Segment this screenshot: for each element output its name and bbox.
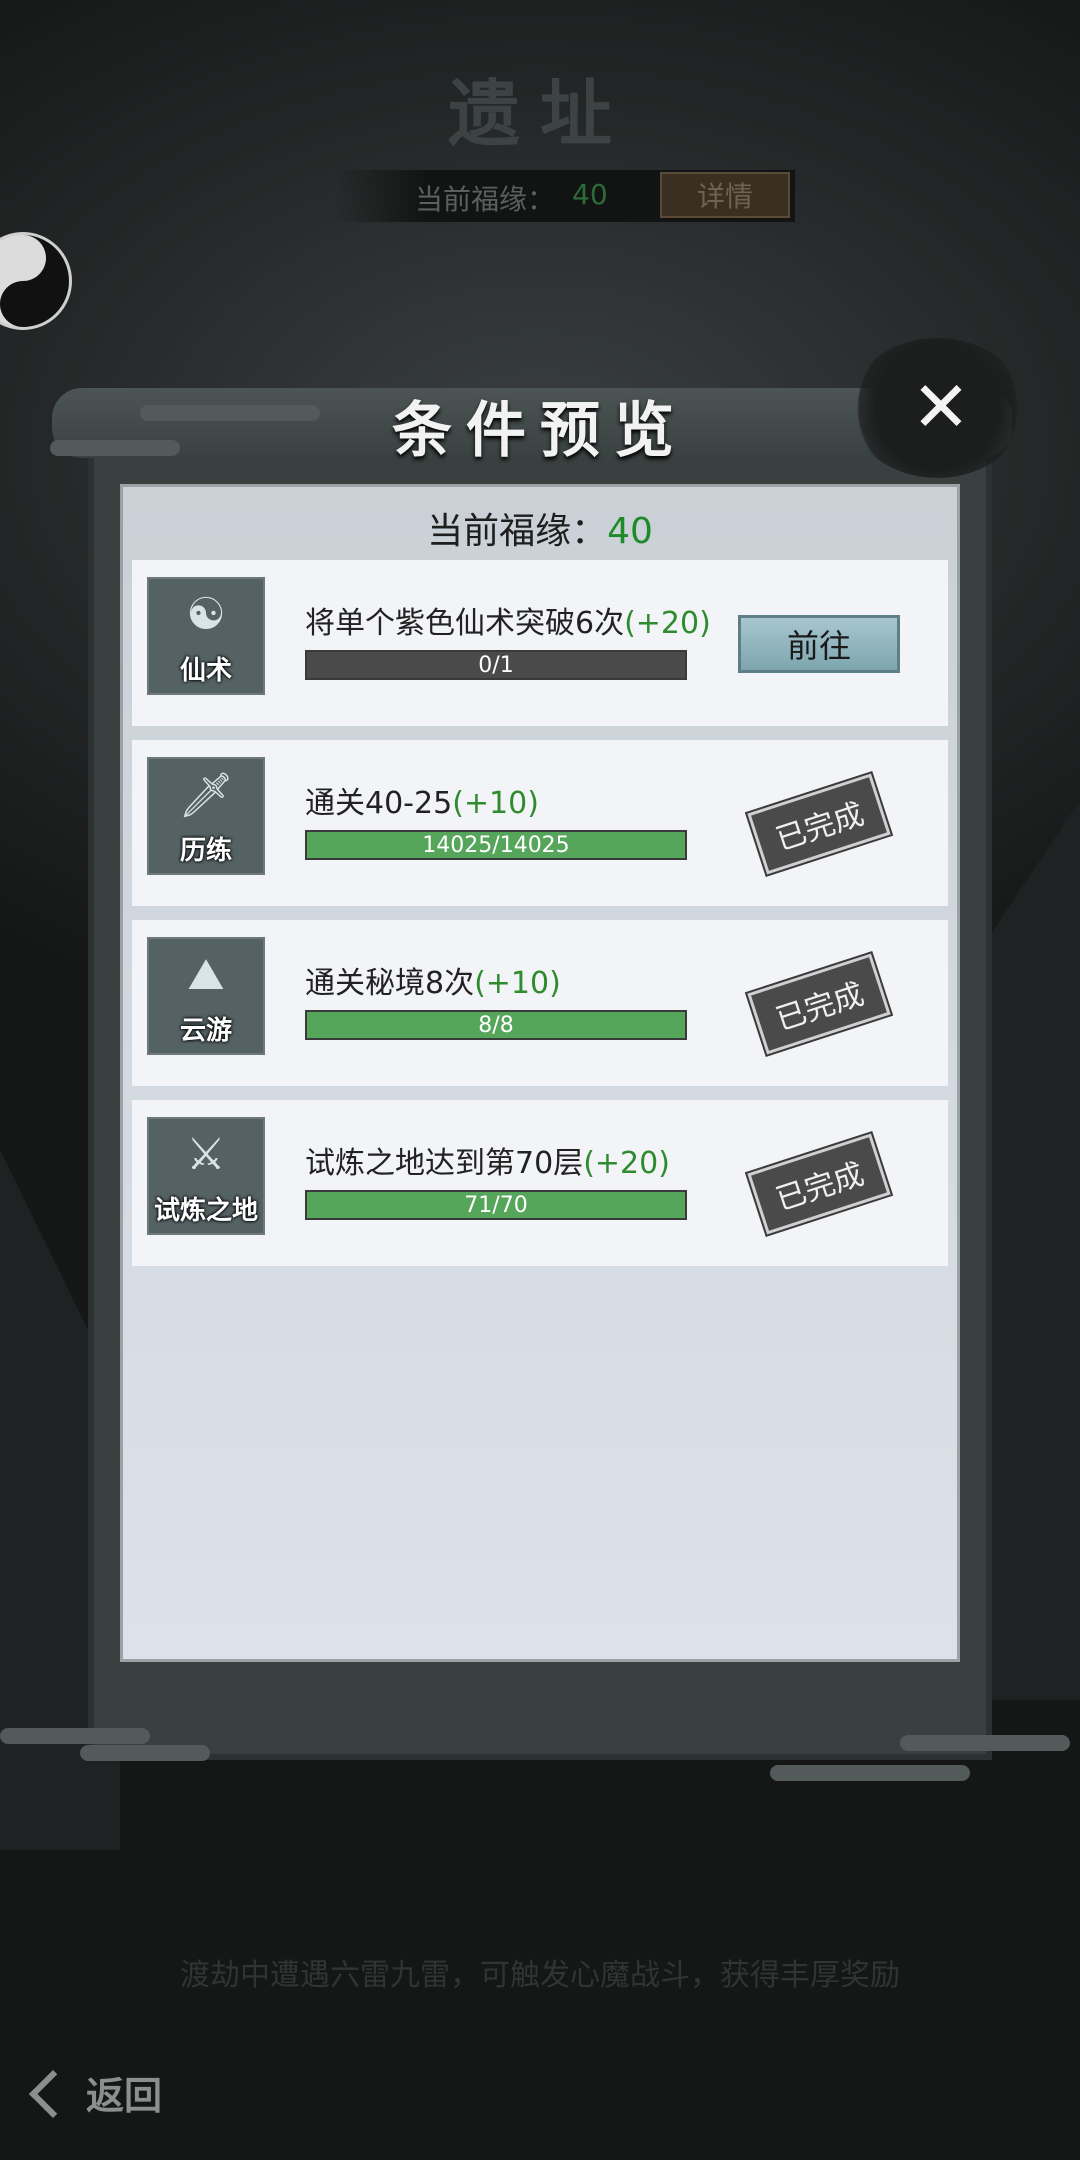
close-icon[interactable]: ✕ bbox=[906, 372, 976, 442]
cloud-decoration bbox=[770, 1765, 970, 1781]
task-bonus: (+20) bbox=[583, 1146, 670, 1181]
cloud-decoration bbox=[0, 1728, 150, 1744]
detail-button[interactable]: 详情 bbox=[660, 172, 790, 218]
sword-icon: 🗡 历练 bbox=[147, 757, 265, 875]
page-title: 遗址 bbox=[447, 71, 632, 156]
task-item: 🗡 历练 通关40-25(+10) 14025/14025 已完成 bbox=[132, 740, 948, 906]
task-progress-bar: 71/70 bbox=[305, 1190, 687, 1220]
task-icon-label: 云游 bbox=[179, 1016, 232, 1046]
description-text: 渡劫中遭遇六雷九雷，可触发心魔战斗，获得丰厚奖励 bbox=[180, 1958, 900, 1993]
goto-button[interactable]: 前往 bbox=[738, 615, 900, 673]
task-progress-bar: 0/1 bbox=[305, 650, 687, 680]
task-title: 试炼之地达到第70层(+20) bbox=[305, 1146, 670, 1181]
back-label: 返回 bbox=[86, 2072, 163, 2118]
task-item: ⛰ 云游 通关秘境8次(+10) 8/8 已完成 bbox=[132, 920, 948, 1086]
tower-sword-icon: ⚔ 试炼之地 bbox=[147, 1117, 265, 1235]
task-title: 通关秘境8次(+10) bbox=[305, 966, 561, 1001]
task-bonus: (+10) bbox=[474, 966, 561, 1001]
back-arrow-icon bbox=[30, 2069, 76, 2115]
task-bonus: (+20) bbox=[624, 606, 711, 641]
completed-stamp: 已完成 bbox=[745, 770, 893, 878]
fortune-label: 当前福缘： bbox=[415, 183, 556, 216]
progress-text: 0/1 bbox=[478, 652, 514, 678]
progress-text: 71/70 bbox=[464, 1192, 528, 1218]
task-item: ⚔ 试炼之地 试炼之地达到第70层(+20) 71/70 已完成 bbox=[132, 1100, 948, 1266]
completed-stamp: 已完成 bbox=[745, 1130, 893, 1238]
cloud-decoration bbox=[900, 1735, 1070, 1751]
task-icon-label: 历练 bbox=[179, 836, 232, 866]
spell-icon: ☯ 仙术 bbox=[147, 577, 265, 695]
mountain-cloud-icon: ⛰ 云游 bbox=[147, 937, 265, 1055]
progress-text: 8/8 bbox=[478, 1012, 514, 1038]
task-bonus: (+10) bbox=[452, 786, 539, 821]
cloud-decoration bbox=[80, 1745, 210, 1761]
panel-fortune-label: 当前福缘： bbox=[427, 511, 608, 552]
task-title: 将单个紫色仙术突破6次(+20) bbox=[305, 606, 711, 641]
task-item: ☯ 仙术 将单个紫色仙术突破6次(+20) 0/1 前往 bbox=[132, 560, 948, 726]
panel-fortune-value: 40 bbox=[607, 511, 653, 552]
task-progress-bar: 8/8 bbox=[305, 1010, 687, 1040]
back-button[interactable]: 返回 bbox=[30, 2060, 200, 2124]
panel-fortune: 当前福缘：40 bbox=[0, 502, 1080, 554]
task-icon-label: 仙术 bbox=[179, 656, 232, 686]
completed-stamp: 已完成 bbox=[745, 950, 893, 1058]
fortune-value: 40 bbox=[572, 178, 608, 211]
progress-text: 14025/14025 bbox=[422, 832, 570, 858]
task-progress-bar: 14025/14025 bbox=[305, 830, 687, 860]
task-title: 通关40-25(+10) bbox=[305, 786, 539, 821]
task-icon-label: 试炼之地 bbox=[153, 1196, 258, 1226]
